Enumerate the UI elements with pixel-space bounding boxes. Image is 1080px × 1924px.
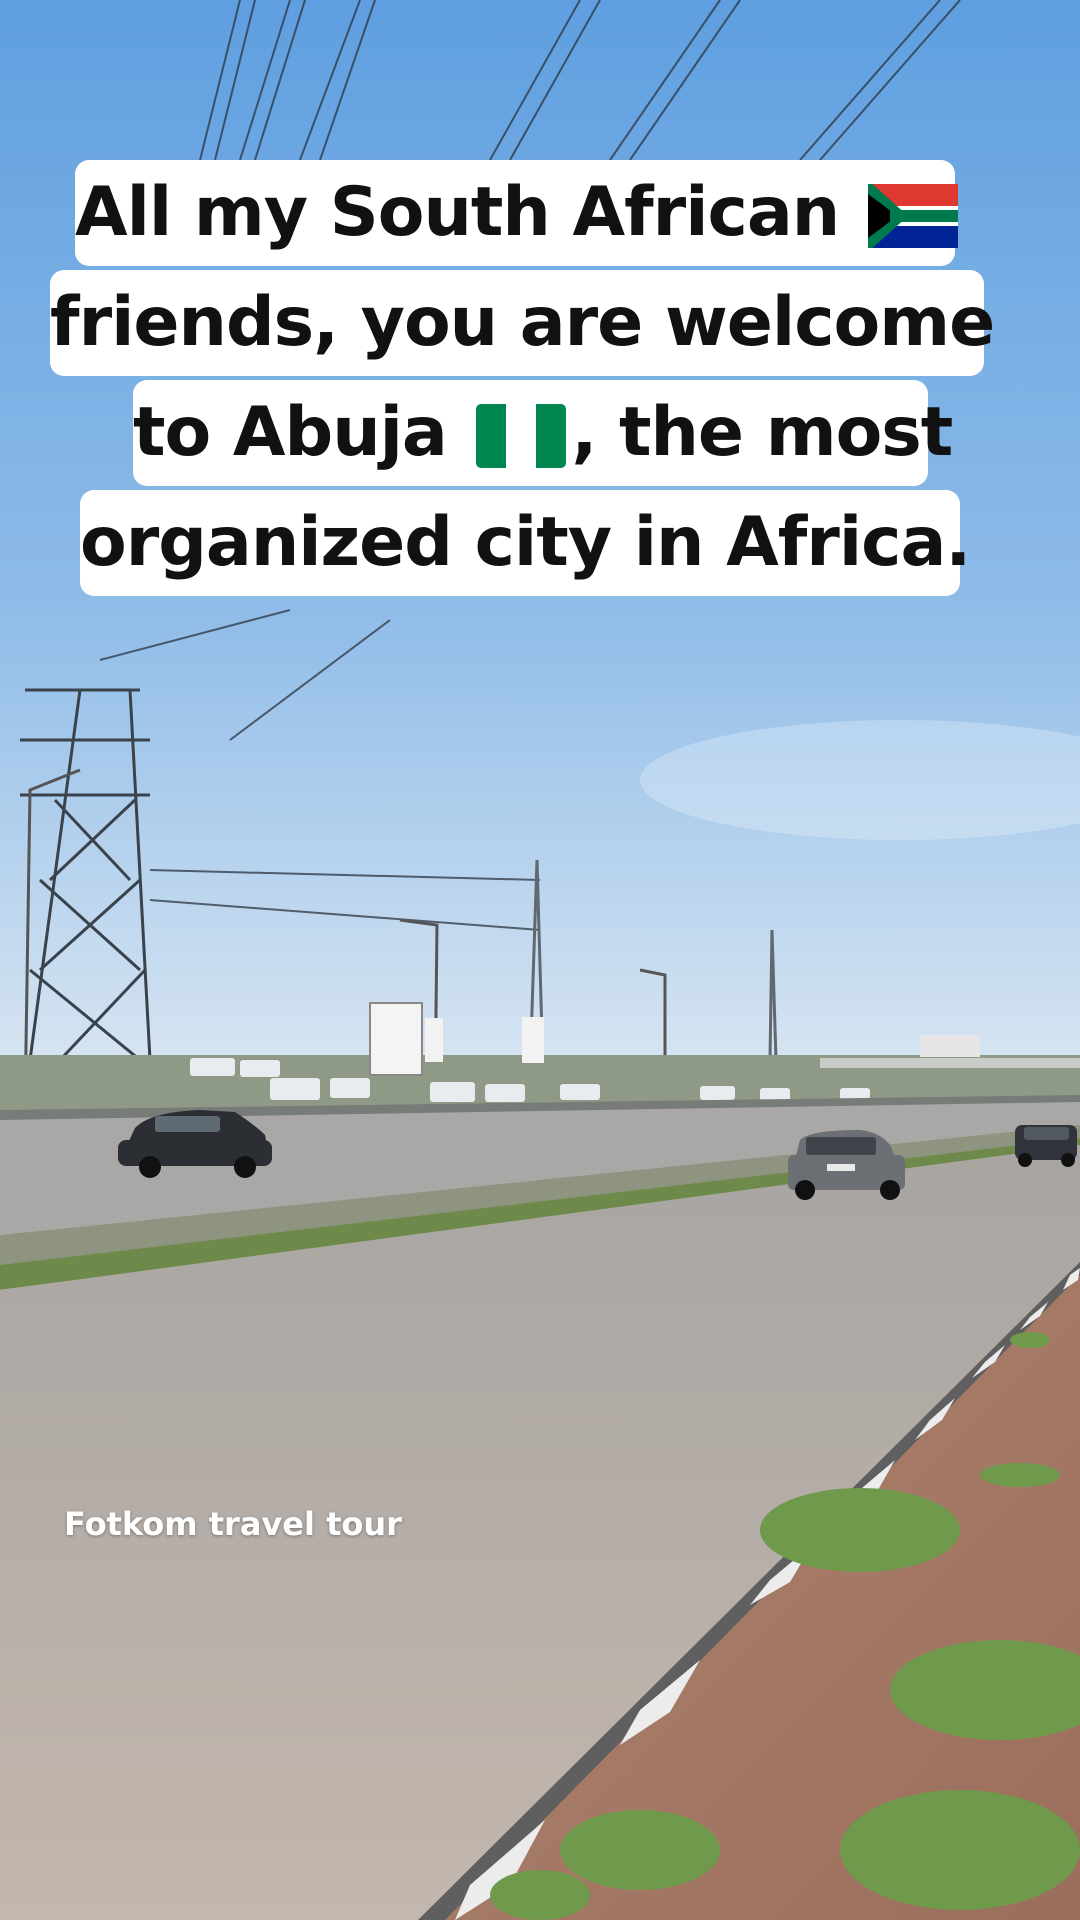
caption-line-2-text: friends, you are welcome <box>50 283 995 362</box>
caption-overlay: All my South African friends, you are we… <box>0 0 1080 700</box>
caption-line-3: to Abuja , the most <box>133 380 953 486</box>
watermark-text: Fotkom travel tour <box>64 1505 402 1543</box>
caption-line-3-after: , the most <box>571 393 954 472</box>
billboard <box>369 1002 423 1076</box>
caption-line-4-text: organized city in Africa. <box>80 503 971 582</box>
caption-line-1-text: All my South African <box>75 173 840 252</box>
nigeria-flag-icon <box>475 404 566 469</box>
caption-line-3-before: to Abuja <box>133 393 448 472</box>
caption-line-1: All my South African <box>75 160 958 266</box>
caption-line-2: friends, you are welcome <box>50 270 995 376</box>
caption-line-4: organized city in Africa. <box>80 490 971 596</box>
distant-sign <box>920 1035 980 1057</box>
south-africa-flag-icon <box>867 184 958 249</box>
overpass <box>820 1058 1080 1068</box>
